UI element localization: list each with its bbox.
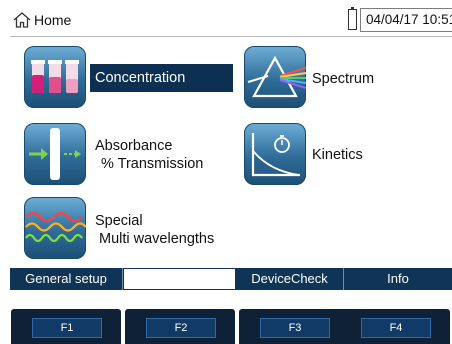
tile-sublabel-multi-wavelengths: Multi wavelengths — [99, 231, 215, 247]
tab-general-setup[interactable]: General setup — [10, 268, 123, 290]
f2-key-label: F2 — [146, 318, 216, 338]
cuvettes-icon — [24, 46, 86, 108]
tile-label-spectrum: Spectrum — [312, 71, 375, 87]
tile-label-special: Special — [95, 213, 143, 229]
f1-key[interactable]: F1 — [11, 309, 121, 344]
tile-label-concentration: Concentration — [90, 64, 233, 92]
battery-icon — [348, 7, 357, 30]
waves-icon — [24, 197, 86, 259]
top-bar: Home 04/04/17 10:51 — [10, 4, 452, 37]
f3-key[interactable]: F3 — [239, 309, 349, 344]
f4-key[interactable]: F4 — [340, 309, 450, 344]
prism-icon — [244, 46, 306, 108]
tab-device-check[interactable]: DeviceCheck — [236, 268, 344, 290]
tab-info[interactable]: Info — [344, 268, 452, 290]
date-time-display: 04/04/17 10:51 — [360, 8, 452, 32]
kinetics-icon — [244, 123, 306, 185]
tile-label-absorbance: Absorbance — [95, 138, 173, 154]
softkey-bar: General setup DeviceCheck Info — [10, 268, 452, 290]
home-icon[interactable] — [13, 12, 31, 28]
f4-key-label: F4 — [361, 318, 431, 338]
f2-key[interactable]: F2 — [125, 309, 235, 344]
tile-label-kinetics: Kinetics — [312, 147, 363, 163]
tab-empty[interactable] — [123, 268, 236, 290]
home-label[interactable]: Home — [34, 12, 71, 28]
absorbance-icon — [24, 123, 86, 185]
instrument-screen: Home 04/04/17 10:51 Concentration Spectr… — [10, 4, 452, 290]
tile-sublabel-transmission: % Transmission — [101, 156, 204, 172]
f3-key-label: F3 — [260, 318, 330, 338]
f1-key-label: F1 — [32, 318, 102, 338]
